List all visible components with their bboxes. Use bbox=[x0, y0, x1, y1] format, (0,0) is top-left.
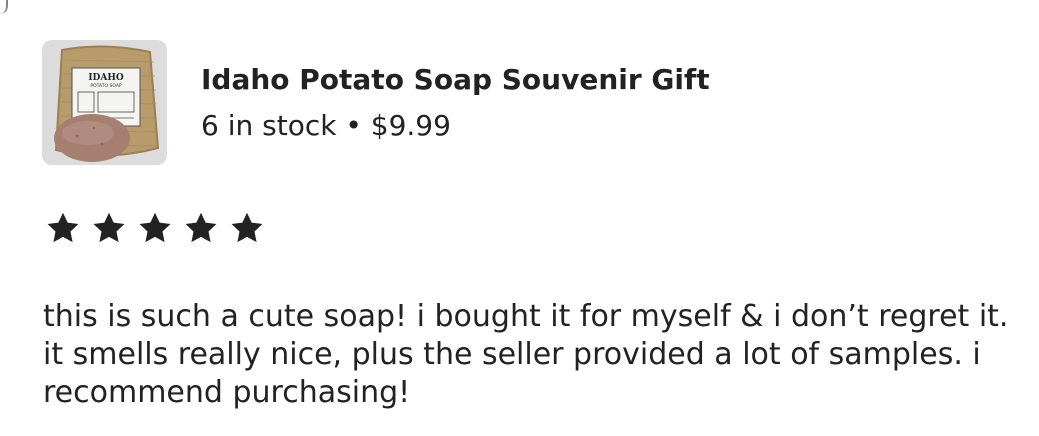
review-text: this is such a cute soap! i bought it fo… bbox=[43, 299, 1009, 410]
thumbnail-brand-text: IDAHO bbox=[88, 73, 124, 83]
thumbnail-sub-text: POTATO SOAP bbox=[90, 83, 122, 89]
listing-summary[interactable]: IDAHO POTATO SOAP Idaho Potato Soap Souv… bbox=[42, 40, 710, 165]
scroll-edge-mark bbox=[0, 0, 8, 14]
star-rating bbox=[45, 210, 275, 246]
separator-dot: • bbox=[345, 108, 362, 142]
product-price: $9.99 bbox=[370, 108, 451, 142]
product-title[interactable]: Idaho Potato Soap Souvenir Gift bbox=[201, 62, 710, 98]
star-icon bbox=[231, 212, 263, 243]
star-icon bbox=[185, 212, 217, 243]
star-icon bbox=[139, 212, 171, 243]
star-icon bbox=[47, 212, 79, 243]
product-thumbnail[interactable]: IDAHO POTATO SOAP bbox=[42, 40, 167, 165]
star-icon bbox=[93, 212, 125, 243]
potato-soap-image: IDAHO POTATO SOAP bbox=[42, 40, 167, 165]
stock-count: 6 in stock bbox=[201, 108, 337, 142]
stock-price-line: 6 in stock • $9.99 bbox=[201, 108, 710, 144]
